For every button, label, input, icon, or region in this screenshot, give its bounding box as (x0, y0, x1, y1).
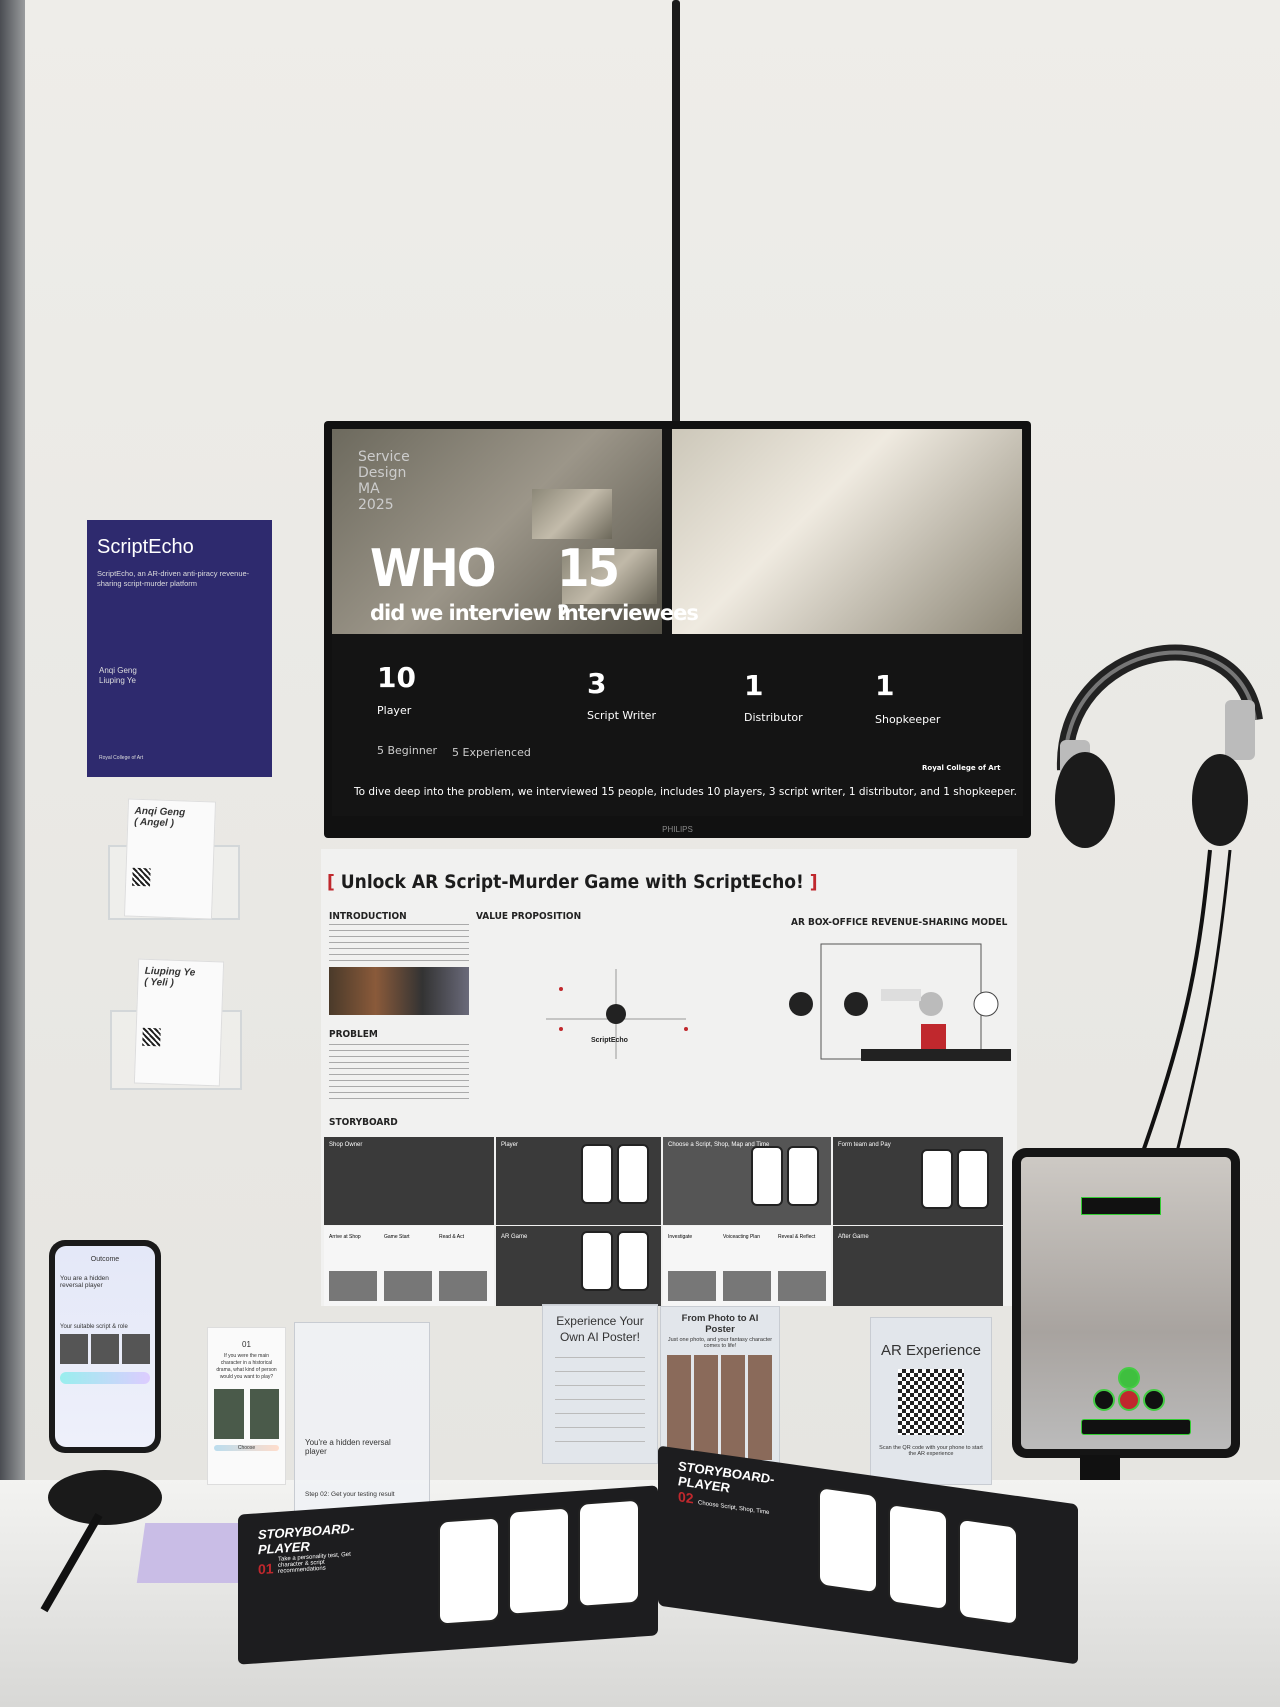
book-step-desc: Take a personality test, Get character &… (278, 1551, 351, 1575)
phone-stand (48, 1470, 162, 1525)
author-name: Anqi Geng (99, 666, 137, 675)
revenue-model-diagram (789, 943, 1011, 1061)
headline-who: WHO (370, 539, 497, 599)
author-name: Liuping Ye (99, 676, 136, 685)
headline-question: did we interview ? (370, 601, 569, 625)
poster-subtitle: ScriptEcho, an AR-driven anti-piracy rev… (97, 569, 250, 588)
section-storyboard: STORYBOARD (329, 1117, 398, 1128)
intro-photos (329, 967, 469, 1015)
business-card[interactable]: Liuping Ye ( Yeli ) (133, 958, 225, 1087)
book-step-number: 01 (258, 1560, 274, 1578)
book-page-right: STORYBOARD-PLAYER 02 Choose Script, Shop… (658, 1445, 1078, 1665)
ar-instructions: Scan the QR code with your phone to star… (879, 1445, 983, 1457)
book-title: STORYBOARD-PLAYER (678, 1458, 775, 1496)
distributor-count: 1 (744, 669, 764, 702)
beginner-label: 5 Beginner (377, 744, 438, 757)
storyboard-panel: Investigate Voiceacting Plan Reveal & Refl… (663, 1226, 831, 1306)
monitor-screen: Service Design MA 2025 WHO 15 did we int… (332, 429, 1023, 816)
section-value-proposition: VALUE PROPOSITION (476, 911, 582, 922)
smartphone[interactable]: Outcome You are a hidden reversal player… (49, 1240, 161, 1453)
shopkeeper-label: Shopkeeper (875, 713, 941, 726)
interview-summary: To dive deep into the problem, we interv… (354, 786, 1017, 798)
monitor-brand: PHILIPS (662, 825, 693, 834)
up-arrow-button[interactable] (1118, 1367, 1140, 1389)
writer-count: 3 (587, 667, 607, 700)
experienced-label: 5 Experienced (452, 746, 531, 759)
photo-poster-subtitle: Just one photo, and your fantasy charact… (667, 1337, 773, 1349)
stand-result-text: You're a hidden reversal player (305, 1438, 391, 1456)
photo-poster-sign: From Photo to AI Poster Just one photo, … (660, 1306, 780, 1469)
open-book[interactable]: STORYBOARD-PLAYER 01 Take a personality … (228, 1445, 1088, 1665)
stop-button[interactable] (1118, 1389, 1140, 1411)
rca-logo: Royal College of Art (99, 755, 144, 761)
rca-logo: Royal College of Art (922, 764, 1001, 772)
book-step-number: 02 (678, 1488, 694, 1507)
book-page-left: STORYBOARD-PLAYER 01 Take a personality … (238, 1485, 658, 1665)
storyboard-panel: After Game (833, 1226, 1003, 1306)
choose-button[interactable]: Choose (214, 1445, 279, 1451)
shopkeeper-count: 1 (875, 669, 895, 702)
count-label: Interviewees (557, 601, 699, 625)
section-introduction: INTRODUCTION (329, 911, 407, 922)
poster-title: ScriptEcho (97, 536, 194, 558)
ar-view[interactable] (1021, 1157, 1231, 1449)
project-banner: [ Unlock AR Script-Murder Game with Scri… (321, 849, 1017, 1306)
writer-label: Script Writer (587, 709, 656, 722)
business-card[interactable]: Anqi Geng ( Angel ) (123, 798, 217, 920)
ar-title: AR Experience (880, 1342, 982, 1359)
storyboard-panel: Arrive at Shop Game Start Read & Act (324, 1226, 494, 1306)
banner-title: Unlock AR Script-Murder Game with Script… (340, 871, 804, 893)
right-arrow-button[interactable] (1143, 1389, 1165, 1411)
headline-count: 15 (557, 539, 620, 599)
center-label: ScriptEcho (591, 1037, 628, 1044)
qr-code-icon[interactable] (898, 1369, 964, 1435)
quiz-question: If you were the main character in a hist… (216, 1353, 277, 1380)
monitor-cable (672, 0, 680, 425)
player-count: 10 (377, 661, 416, 694)
storyboard-panel: Shop Owner (324, 1137, 494, 1225)
card-nickname: ( Yeli ) (144, 976, 175, 989)
value-proposition-diagram (546, 969, 688, 1059)
section-revenue-model: AR BOX-OFFICE REVENUE-SHARING MODEL (791, 917, 1008, 928)
project-poster: ScriptEcho ScriptEcho, an AR-driven anti… (87, 520, 272, 777)
player-label: Player (377, 704, 412, 717)
quiz-card[interactable]: 01 If you were the main character in a h… (207, 1327, 286, 1485)
quiz-number: 01 (242, 1340, 251, 1349)
interview-photo (532, 489, 612, 539)
headphones-icon (1055, 644, 1263, 1160)
distributor-label: Distributor (744, 711, 803, 724)
book-step-desc: Choose Script, Shop, Time (698, 1500, 770, 1517)
left-arrow-button[interactable] (1093, 1389, 1115, 1411)
program-label: Service Design MA 2025 (358, 449, 410, 513)
see-more-button[interactable] (60, 1372, 150, 1384)
qr-code-icon (142, 1027, 161, 1047)
tablet[interactable] (1012, 1148, 1240, 1458)
phone-screen-title: Outcome (90, 1256, 120, 1263)
phone-section-title: Your suitable script & role (60, 1324, 128, 1330)
qr-code-icon (132, 867, 151, 887)
card-nickname: ( Angel ) (134, 816, 175, 830)
video-call-grid (672, 429, 1022, 634)
monitor: Service Design MA 2025 WHO 15 did we int… (324, 421, 1031, 838)
ai-poster-sign: Experience Your Own AI Poster! (542, 1304, 658, 1464)
photo-poster-title: From Photo to AI Poster (681, 1313, 759, 1335)
ar-experience-sign: AR Experience Scan the QR code with your… (870, 1317, 992, 1485)
ai-poster-title: Experience Your Own AI Poster! (556, 1314, 644, 1344)
phone-result: You are a hidden reversal player (60, 1275, 109, 1289)
section-problem: PROBLEM (329, 1029, 378, 1040)
left-wall-edge (0, 0, 25, 1500)
